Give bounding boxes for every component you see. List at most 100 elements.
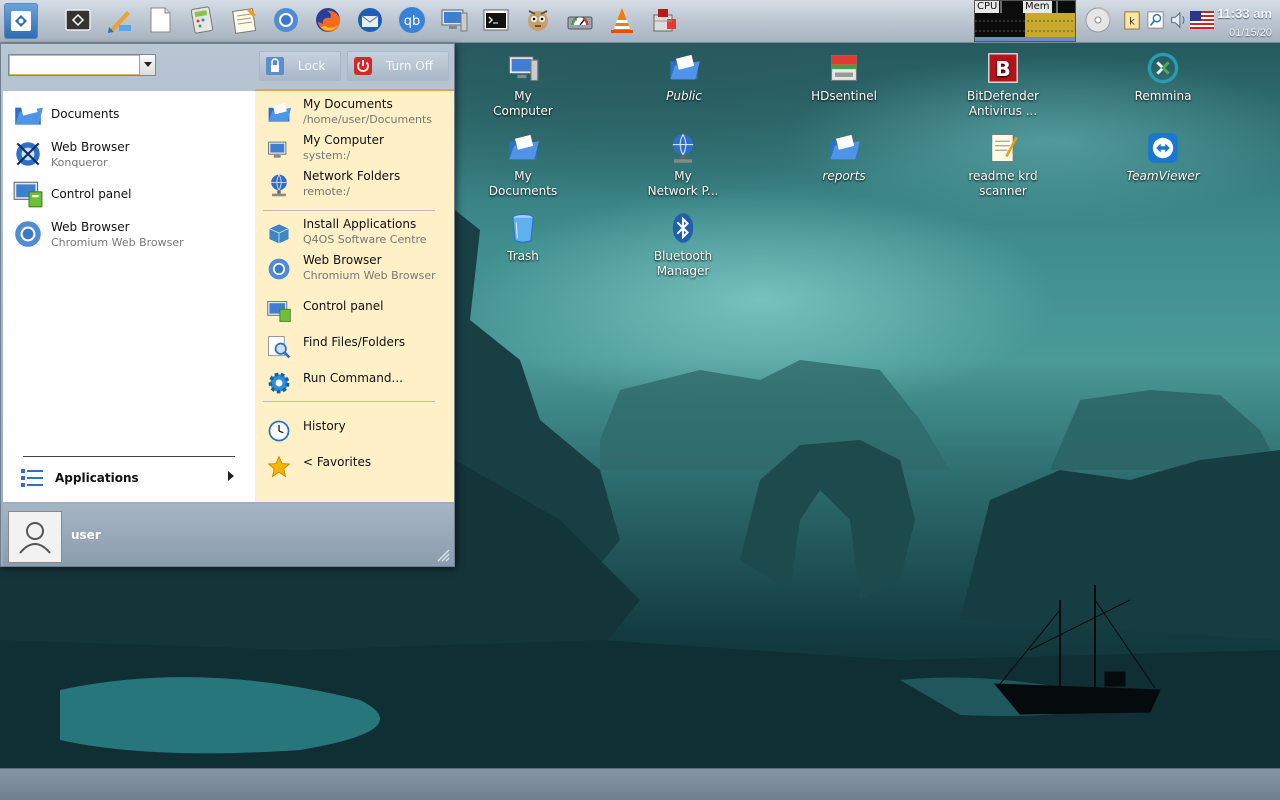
taskbar-clock[interactable]: 11:33 am 01/15/20 xyxy=(1217,6,1272,39)
right-item-install-applications[interactable]: Install Applications Q4OS Software Centre xyxy=(265,217,427,247)
desktop-icon-reports[interactable]: reports xyxy=(794,130,894,184)
trash-icon xyxy=(505,210,541,246)
places-separator xyxy=(263,401,435,402)
turn-off-button[interactable]: Turn Off xyxy=(347,51,449,81)
network-globe-icon xyxy=(665,130,701,166)
right-item-favorites[interactable]: < Favorites xyxy=(265,451,371,481)
desktop-icon-label: readme krd xyxy=(968,169,1038,183)
firefox-icon[interactable] xyxy=(312,4,344,36)
desktop-icon-readme[interactable]: readme krd scanner xyxy=(953,130,1053,199)
desktop-icon-trash[interactable]: Trash xyxy=(473,210,573,264)
desktop-icon-label: scanner xyxy=(979,184,1027,198)
folder-icon xyxy=(505,130,541,166)
chromium-icon xyxy=(11,217,45,251)
cpu-mem-monitor[interactable]: CPU Mem xyxy=(974,0,1076,42)
avatar[interactable] xyxy=(8,511,62,563)
package-icon[interactable] xyxy=(648,4,680,36)
computer-icon xyxy=(505,50,541,86)
desktop-icon-label: My xyxy=(674,169,692,183)
right-item-run-command[interactable]: Run Command... xyxy=(265,367,403,397)
left-item-control-panel[interactable]: Control panel xyxy=(11,177,131,211)
start-menu-button[interactable] xyxy=(4,3,38,39)
desktop-icon-bitdefender[interactable]: B BitDefender Antivirus ... xyxy=(953,50,1053,119)
us-flag-keyboard-icon[interactable] xyxy=(1190,9,1214,31)
calculator-icon[interactable] xyxy=(186,4,218,36)
desktop-icon-my-computer[interactable]: My Computer xyxy=(473,50,573,119)
vlc-icon[interactable] xyxy=(606,4,638,36)
right-item-title: My Documents xyxy=(303,97,393,111)
right-item-network-folders[interactable]: Network Folders remote:/ xyxy=(265,169,400,199)
left-item-konqueror[interactable]: Web Browser Konqueror xyxy=(11,137,130,171)
search-combobox[interactable] xyxy=(8,54,156,76)
disk-gauge-icon[interactable] xyxy=(564,4,596,36)
left-item-title: Documents xyxy=(51,107,120,121)
gimp-icon[interactable] xyxy=(522,4,554,36)
search-tray-icon[interactable] xyxy=(1146,8,1166,32)
brush-icon[interactable] xyxy=(104,4,136,36)
svg-text:k: k xyxy=(1129,17,1135,28)
desktop-icon-label: reports xyxy=(822,169,866,183)
desktop-icon-bluetooth[interactable]: Bluetooth Manager xyxy=(633,210,733,279)
desktop-icon-label: Network P... xyxy=(647,184,719,198)
bottom-panel[interactable] xyxy=(0,768,1280,800)
qbittorrent-icon[interactable]: qb xyxy=(396,4,428,36)
chromium-icon[interactable] xyxy=(270,4,302,36)
search-input[interactable] xyxy=(9,55,140,75)
left-item-subtitle: Chromium Web Browser xyxy=(51,235,184,249)
left-item-documents[interactable]: Documents xyxy=(11,97,119,131)
notepad-icon[interactable] xyxy=(228,4,260,36)
hard-disk-icon xyxy=(826,50,862,86)
resize-grip-icon[interactable] xyxy=(436,548,450,562)
right-item-title: Run Command... xyxy=(303,371,403,385)
right-item-title: Install Applications xyxy=(303,217,417,231)
desktop-icon-label: Public xyxy=(666,89,702,103)
desktop-icon-teamviewer[interactable]: TeamViewer xyxy=(1113,130,1213,184)
left-item-chromium[interactable]: Web Browser Chromium Web Browser xyxy=(11,217,184,251)
folder-icon xyxy=(666,50,702,86)
right-item-my-computer[interactable]: My Computer system:/ xyxy=(265,133,384,163)
start-menu-user-bar: user xyxy=(3,504,454,566)
my-computer-icon[interactable] xyxy=(438,4,470,36)
desktop-icon-label: Trash xyxy=(507,249,539,263)
folder-icon xyxy=(826,130,862,166)
desktop-icon-label: Manager xyxy=(656,264,710,278)
terminal-icon[interactable] xyxy=(480,4,512,36)
desktop-icon-label: Remmina xyxy=(1134,89,1192,103)
desktop-icon-remmina[interactable]: Remmina xyxy=(1113,50,1213,104)
desktop-icon-label: My xyxy=(514,169,532,183)
desktop-icon-hdsentinel[interactable]: HDsentinel xyxy=(794,50,894,104)
cpu-mem-graph xyxy=(975,1,1075,41)
app-launcher-icon[interactable] xyxy=(62,4,94,36)
lock-button[interactable]: Lock xyxy=(259,51,341,81)
blank-document-icon[interactable] xyxy=(144,4,176,36)
applications-label: Applications xyxy=(55,471,139,485)
right-item-find-files[interactable]: Find Files/Folders xyxy=(265,331,405,361)
right-item-title: Network Folders xyxy=(303,169,401,183)
control-panel-icon xyxy=(11,177,45,211)
desktop-icon-label: Documents xyxy=(488,184,558,198)
desktop-icon-my-network[interactable]: My Network P... xyxy=(633,130,733,199)
right-item-web-browser[interactable]: Web Browser Chromium Web Browser xyxy=(265,253,436,283)
user-name: user xyxy=(71,528,101,542)
desktop-icon-label: HDsentinel xyxy=(811,89,877,103)
desktop-icon-label: Bluetooth xyxy=(653,249,713,263)
cd-drive-icon[interactable] xyxy=(1082,4,1114,36)
start-menu-places-pane: My Documents/home/user/Documents My Comp… xyxy=(255,89,454,502)
software-box-icon xyxy=(265,219,293,247)
applications-separator xyxy=(23,456,235,457)
klipper-icon[interactable]: k xyxy=(1122,8,1142,32)
volume-icon[interactable] xyxy=(1168,8,1190,32)
desktop-icon-my-documents[interactable]: My Documents xyxy=(473,130,573,199)
desktop-icon-public[interactable]: Public xyxy=(634,50,734,104)
right-item-title: My Computer xyxy=(303,133,384,147)
thunderbird-icon[interactable] xyxy=(354,4,386,36)
top-taskbar: qb CPU Mem k 11:33 am 01/15/20 xyxy=(0,0,1280,43)
right-item-my-documents[interactable]: My Documents/home/user/Documents xyxy=(265,97,432,127)
right-item-history[interactable]: History xyxy=(265,415,346,445)
clock-icon xyxy=(265,417,293,445)
applications-item[interactable]: Applications xyxy=(15,461,139,495)
right-item-control-panel[interactable]: Control panel xyxy=(265,295,383,325)
search-dropdown-button[interactable] xyxy=(139,55,155,75)
desktop-icon-label: Computer xyxy=(493,104,553,118)
desktop-icon-label: Antivirus ... xyxy=(968,104,1038,118)
